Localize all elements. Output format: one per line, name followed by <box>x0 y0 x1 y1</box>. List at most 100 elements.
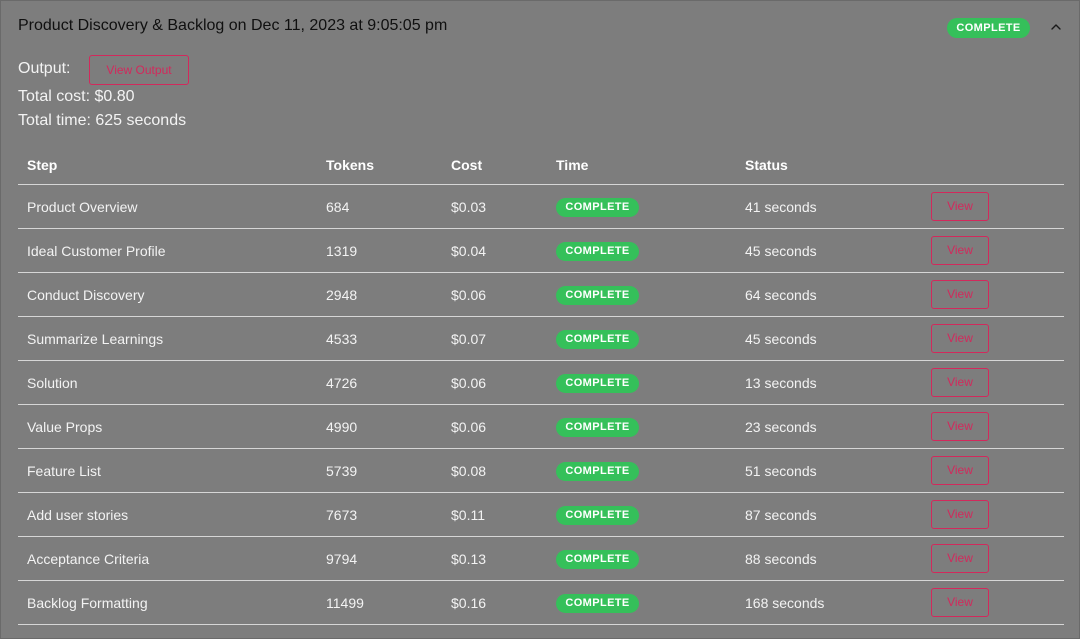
step-tokens: 4726 <box>317 360 442 405</box>
step-action-cell: View <box>922 580 1064 625</box>
column-header-actions <box>922 146 1064 185</box>
step-tokens: 9794 <box>317 536 442 581</box>
run-title: Product Discovery & Backlog on Dec 11, 2… <box>18 17 448 34</box>
step-duration: 45 seconds <box>736 228 922 273</box>
step-cost: $0.06 <box>442 272 547 317</box>
step-action-cell: View <box>922 448 1064 493</box>
step-cost: $0.13 <box>442 536 547 581</box>
step-name: Value Props <box>18 404 317 449</box>
step-name: Conduct Discovery <box>18 272 317 317</box>
step-duration: 87 seconds <box>736 492 922 537</box>
step-badge-cell: COMPLETE <box>547 580 736 625</box>
step-duration: 88 seconds <box>736 536 922 581</box>
step-badge-cell: COMPLETE <box>547 404 736 449</box>
column-header-cost: Cost <box>442 146 547 185</box>
step-action-cell: View <box>922 536 1064 581</box>
view-step-button[interactable]: View <box>931 544 989 573</box>
step-action-cell: View <box>922 272 1064 317</box>
step-tokens: 11499 <box>317 580 442 625</box>
step-cost: $0.06 <box>442 360 547 405</box>
step-cost: $0.06 <box>442 404 547 449</box>
step-tokens: 2948 <box>317 272 442 317</box>
view-step-button[interactable]: View <box>931 236 989 265</box>
step-duration: 64 seconds <box>736 272 922 317</box>
step-status-badge: COMPLETE <box>556 505 639 525</box>
table-row: Conduct Discovery 2948 $0.06 COMPLETE 64… <box>18 272 1064 317</box>
step-action-cell: View <box>922 492 1064 537</box>
column-header-step: Step <box>18 146 317 185</box>
step-tokens: 1319 <box>317 228 442 273</box>
step-badge-cell: COMPLETE <box>547 448 736 493</box>
step-tokens: 5739 <box>317 448 442 493</box>
view-step-button[interactable]: View <box>931 588 989 617</box>
step-name: Add user stories <box>18 492 317 537</box>
view-step-button[interactable]: View <box>931 192 989 221</box>
step-duration: 45 seconds <box>736 316 922 361</box>
table-row: Feature List 5739 $0.08 COMPLETE 51 seco… <box>18 448 1064 493</box>
step-badge-cell: COMPLETE <box>547 492 736 537</box>
table-row: Product Overview 684 $0.03 COMPLETE 41 s… <box>18 184 1064 229</box>
step-tokens: 7673 <box>317 492 442 537</box>
step-action-cell: View <box>922 404 1064 449</box>
step-badge-cell: COMPLETE <box>547 360 736 405</box>
total-cost: Total cost: $0.80 <box>18 88 135 105</box>
step-action-cell: View <box>922 228 1064 273</box>
step-duration: 13 seconds <box>736 360 922 405</box>
table-row: Value Props 4990 $0.06 COMPLETE 23 secon… <box>18 404 1064 449</box>
step-name: Summarize Learnings <box>18 316 317 361</box>
step-name: Acceptance Criteria <box>18 536 317 581</box>
table-row: Solution 4726 $0.06 COMPLETE 13 seconds … <box>18 360 1064 405</box>
chevron-up-icon[interactable] <box>1049 20 1063 34</box>
step-status-badge: COMPLETE <box>556 197 639 217</box>
step-cost: $0.03 <box>442 184 547 229</box>
step-cost: $0.08 <box>442 448 547 493</box>
view-step-button[interactable]: View <box>931 412 989 441</box>
steps-table-body: Product Overview 684 $0.03 COMPLETE 41 s… <box>18 184 1064 625</box>
step-status-badge: COMPLETE <box>556 329 639 349</box>
step-badge-cell: COMPLETE <box>547 184 736 229</box>
view-step-button[interactable]: View <box>931 280 989 309</box>
step-action-cell: View <box>922 316 1064 361</box>
step-tokens: 684 <box>317 184 442 229</box>
step-badge-cell: COMPLETE <box>547 316 736 361</box>
step-badge-cell: COMPLETE <box>547 536 736 581</box>
table-header-row: Step Tokens Cost Time Status <box>18 146 1064 185</box>
step-action-cell: View <box>922 184 1064 229</box>
output-label: Output: <box>18 60 71 77</box>
view-step-button[interactable]: View <box>931 324 989 353</box>
step-name: Product Overview <box>18 184 317 229</box>
step-name: Feature List <box>18 448 317 493</box>
step-name: Ideal Customer Profile <box>18 228 317 273</box>
step-duration: 23 seconds <box>736 404 922 449</box>
run-header[interactable]: Product Discovery & Backlog on Dec 11, 2… <box>18 15 1061 39</box>
table-row: Add user stories 7673 $0.11 COMPLETE 87 … <box>18 492 1064 537</box>
view-step-button[interactable]: View <box>931 368 989 397</box>
step-cost: $0.07 <box>442 316 547 361</box>
step-name: Backlog Formatting <box>18 580 317 625</box>
step-tokens: 4990 <box>317 404 442 449</box>
total-time: Total time: 625 seconds <box>18 112 187 129</box>
column-header-tokens: Tokens <box>317 146 442 185</box>
step-status-badge: COMPLETE <box>556 461 639 481</box>
step-duration: 51 seconds <box>736 448 922 493</box>
step-badge-cell: COMPLETE <box>547 228 736 273</box>
step-badge-cell: COMPLETE <box>547 272 736 317</box>
step-status-badge: COMPLETE <box>556 417 639 437</box>
step-status-badge: COMPLETE <box>556 241 639 261</box>
step-cost: $0.04 <box>442 228 547 273</box>
step-action-cell: View <box>922 360 1064 405</box>
table-row: Summarize Learnings 4533 $0.07 COMPLETE … <box>18 316 1064 361</box>
view-step-button[interactable]: View <box>931 500 989 529</box>
view-output-button[interactable]: View Output <box>89 55 189 85</box>
step-tokens: 4533 <box>317 316 442 361</box>
step-status-badge: COMPLETE <box>556 373 639 393</box>
step-status-badge: COMPLETE <box>556 549 639 569</box>
view-step-button[interactable]: View <box>931 456 989 485</box>
output-row: Output: View Output <box>18 55 189 85</box>
column-header-status: Status <box>736 146 922 185</box>
step-status-badge: COMPLETE <box>556 285 639 305</box>
step-status-badge: COMPLETE <box>556 593 639 613</box>
table-row: Acceptance Criteria 9794 $0.13 COMPLETE … <box>18 536 1064 581</box>
step-cost: $0.16 <box>442 580 547 625</box>
step-duration: 168 seconds <box>736 580 922 625</box>
